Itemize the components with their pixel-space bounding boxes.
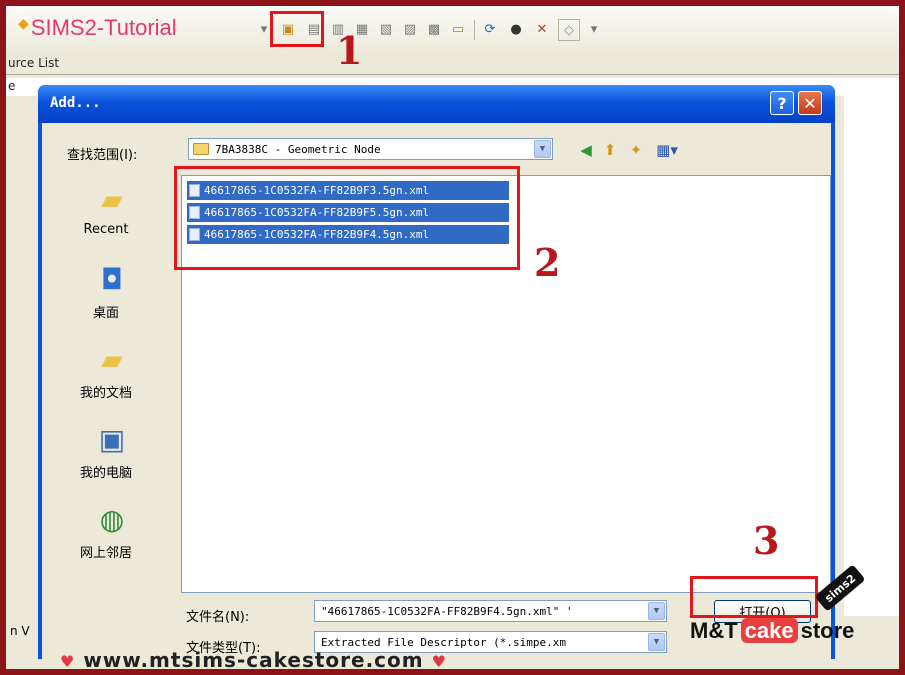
- watermark-text: www.mtsims-cakestore.com: [83, 648, 424, 672]
- my-computer-icon: ▣: [98, 422, 126, 456]
- place-label: 我的文档: [79, 386, 132, 401]
- place-network[interactable]: ◍ 网上邻居: [46, 495, 176, 575]
- place-label: Recent: [83, 222, 129, 237]
- watermark: ♥ www.mtsims-cakestore.com ♥: [60, 648, 447, 672]
- back-icon[interactable]: ◀: [576, 140, 596, 160]
- toolbar-separator: [474, 20, 475, 40]
- chevron-down-icon[interactable]: ▼: [534, 140, 551, 158]
- resource-list-label: urce List: [8, 56, 60, 70]
- annotation-box-toolbar: [270, 11, 324, 47]
- replace-icon[interactable]: ▧: [376, 19, 396, 39]
- annotation-box-open: [690, 576, 818, 618]
- filename-field[interactable]: "46617865-1C0532FA-FF82B9F4.5gn.xml" ' ▼: [314, 600, 667, 622]
- app-toolbar: ◆SIMS2-Tutorial ▾ ▣ ▤ ▥ ▦ ▧ ▨ ▩ ▭ ⟳ ● ✕ …: [6, 6, 899, 56]
- step-number-1: 1: [336, 28, 363, 73]
- logo-text-cake: cake: [740, 618, 798, 643]
- close-button[interactable]: ✕: [798, 91, 822, 115]
- place-desktop[interactable]: ◘ 桌面: [46, 255, 176, 335]
- column-label: e: [8, 79, 16, 93]
- user-icon[interactable]: ●: [506, 19, 526, 39]
- import-icon[interactable]: ▨: [400, 19, 420, 39]
- place-label: 我的电脑: [79, 466, 132, 481]
- filename-label: 文件名(N):: [186, 610, 250, 625]
- my-documents-icon: ▰: [101, 342, 123, 376]
- look-in-label: 查找范围(I):: [67, 148, 138, 163]
- resource-list-header: urce List: [6, 54, 899, 75]
- filename-value: "46617865-1C0532FA-FF82B9F4.5gn.xml" ': [321, 605, 573, 618]
- background-panel: [844, 96, 899, 616]
- folder-icon: [193, 143, 209, 155]
- dialog-titlebar[interactable]: Add... ? ✕: [38, 85, 835, 123]
- place-recent[interactable]: ▰ Recent: [46, 175, 176, 255]
- place-my-documents[interactable]: ▰ 我的文档: [46, 335, 176, 415]
- places-bar: ▰ Recent ◘ 桌面 ▰ 我的文档 ▣ 我的电脑 ◍ 网上邻居: [46, 175, 176, 595]
- sims-logo-icon: ◆: [18, 15, 29, 31]
- place-label: 桌面: [92, 306, 119, 321]
- desktop-icon: ◘: [100, 262, 124, 296]
- place-my-computer[interactable]: ▣ 我的电脑: [46, 415, 176, 495]
- pack-icon[interactable]: ▩: [424, 19, 444, 39]
- heart-icon: ♥: [60, 652, 76, 671]
- heart-icon: ♥: [431, 652, 447, 671]
- look-in-dropdown[interactable]: 7BA3838C - Geometric Node ▼: [188, 138, 553, 160]
- logo-text-left: M&T: [690, 618, 738, 643]
- place-label: 网上邻居: [79, 546, 132, 561]
- tag-icon[interactable]: ◇: [558, 19, 580, 41]
- view-menu-icon[interactable]: ▦▾: [652, 140, 682, 160]
- chevron-down-icon[interactable]: ▼: [648, 602, 665, 620]
- up-folder-icon[interactable]: ⬆: [600, 140, 620, 160]
- lower-panel-label: n V: [10, 624, 30, 638]
- cakestore-logo: M&T cake store: [690, 618, 854, 644]
- recent-folder-icon: ▰: [101, 182, 123, 216]
- toolbar-title: ◆SIMS2-Tutorial: [18, 15, 177, 41]
- look-in-value: 7BA3838C - Geometric Node: [215, 143, 381, 156]
- refresh-icon[interactable]: ⟳: [480, 19, 500, 39]
- network-icon: ◍: [99, 502, 125, 536]
- step-number-2: 2: [534, 240, 561, 285]
- help-button[interactable]: ?: [770, 91, 794, 115]
- annotation-box-files: [174, 166, 520, 270]
- notes-icon[interactable]: ▭: [448, 19, 468, 39]
- new-folder-icon[interactable]: ✦: [626, 140, 646, 160]
- toolbar-title-text: SIMS2-Tutorial: [30, 15, 177, 40]
- pin-icon[interactable]: ✕: [532, 19, 552, 39]
- dialog-title: Add...: [50, 95, 101, 111]
- logo-text-right: store: [800, 618, 855, 643]
- toolbar-overflow-icon-2[interactable]: ▾: [584, 19, 604, 39]
- step-number-3: 3: [753, 518, 780, 563]
- chevron-down-icon[interactable]: ▼: [648, 633, 665, 651]
